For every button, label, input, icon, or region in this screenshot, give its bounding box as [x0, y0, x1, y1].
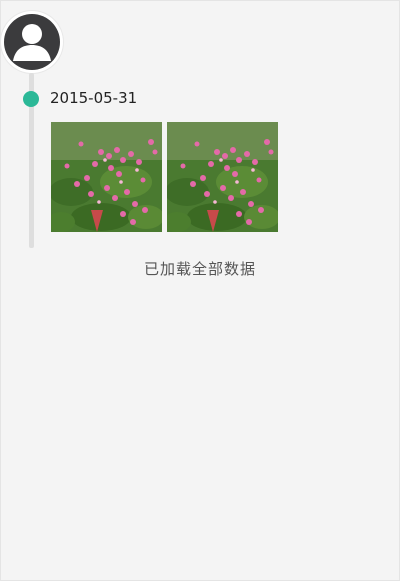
timeline-dot: [23, 91, 39, 107]
user-avatar-icon[interactable]: [1, 11, 63, 73]
load-complete-status: 已加载全部数据: [143, 260, 256, 278]
photo-thumbnail[interactable]: [167, 122, 278, 232]
timeline-date: 2015-05-31: [50, 89, 138, 107]
photo-thumbnail[interactable]: [51, 122, 162, 232]
